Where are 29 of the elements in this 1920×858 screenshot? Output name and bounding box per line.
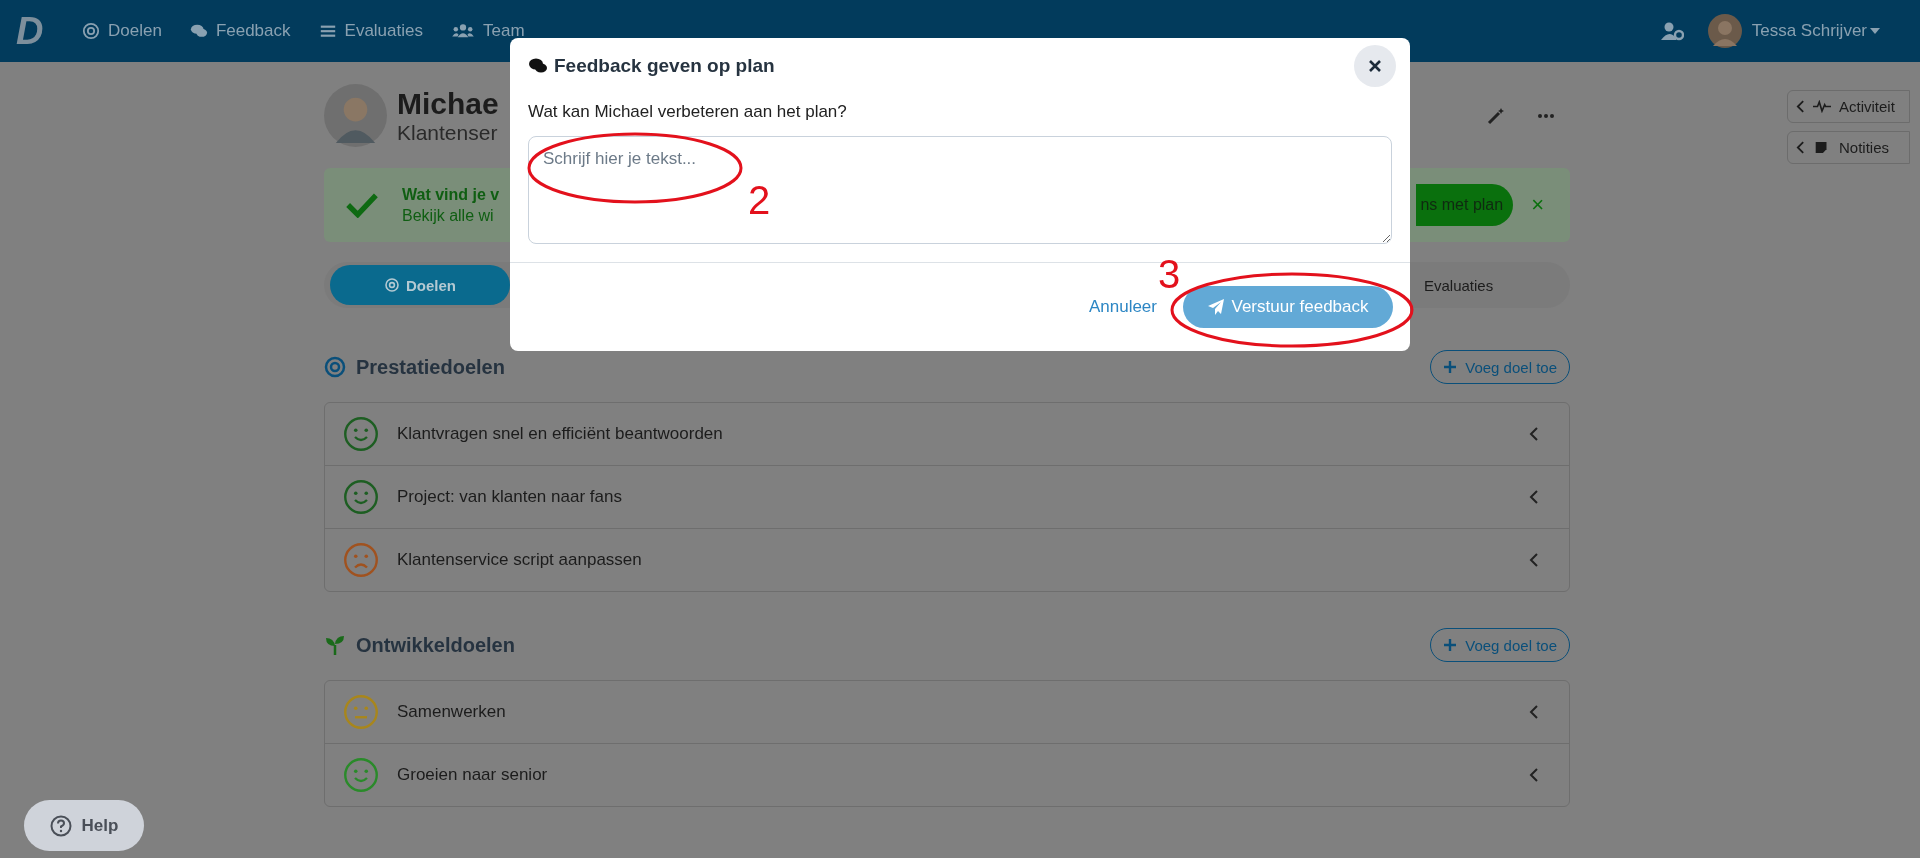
help-button[interactable]: Help: [24, 800, 144, 851]
nav-link[interactable]: Team: [451, 21, 525, 41]
banner-text: Bekijk alle wi: [402, 206, 495, 226]
annotation-number: 3: [1158, 252, 1181, 296]
section-title: Ontwikkeldoelen: [356, 633, 515, 657]
section-title: Prestatiedoelen: [356, 355, 505, 379]
goal-row[interactable]: Groeien naar senior: [325, 743, 1569, 806]
side-panel-tab[interactable]: Notities: [1787, 131, 1910, 164]
logo[interactable]: D: [16, 9, 54, 53]
goal-row[interactable]: Project: van klanten naar fans: [325, 465, 1569, 528]
goal-row[interactable]: Samenwerken: [325, 681, 1569, 743]
nav-link[interactable]: Doelen: [82, 21, 162, 41]
nav-link[interactable]: Feedback: [189, 21, 291, 41]
dialog-title: Feedback geven op plan: [554, 55, 775, 77]
tab[interactable]: Evaluaties: [1424, 265, 1564, 305]
user-menu[interactable]: Tessa Schrijver: [1751, 21, 1867, 41]
employee-role: Klantenser: [397, 120, 499, 145]
agree-button[interactable]: ns met plan: [1416, 184, 1514, 226]
goal-row[interactable]: Klantvragen snel en efficiënt beantwoorden: [325, 403, 1569, 465]
employee-name: Michae: [397, 86, 499, 121]
side-panel-tab[interactable]: Activiteit: [1787, 90, 1910, 123]
banner-title: Wat vind je v: [402, 185, 500, 205]
cancel-link[interactable]: Annuleer: [1088, 297, 1157, 317]
send-feedback-button[interactable]: Verstuur feedback: [1183, 286, 1393, 328]
question-text: Wat kan Michael verbeteren aan het plan?: [528, 102, 848, 122]
nav-link[interactable]: Evaluaties: [318, 21, 423, 41]
goal-row[interactable]: Klantenservice script aanpassen: [325, 528, 1569, 591]
tab[interactable]: Doelen: [330, 265, 510, 305]
annotation-number: 2: [748, 178, 771, 222]
